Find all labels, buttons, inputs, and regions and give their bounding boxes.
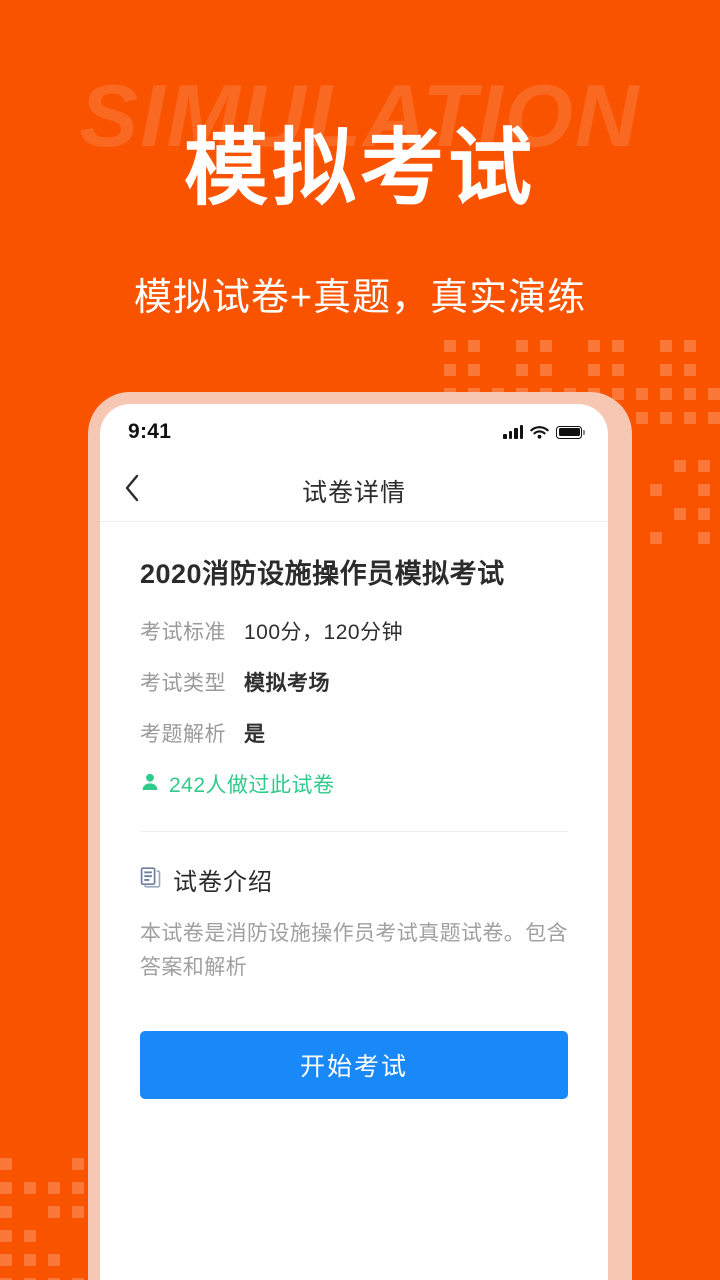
- decorative-dot: [612, 364, 624, 376]
- meta-label: 考试标准: [140, 621, 226, 645]
- meta-row: 考题解析 是: [140, 718, 568, 748]
- decorative-dot: [612, 388, 624, 400]
- cellular-signal-icon: [503, 425, 523, 439]
- promo-screenshot: SIMULATION 模拟考试 模拟试卷+真题，真实演练 9:41 试卷详情 2…: [0, 0, 720, 1280]
- decorative-dot: [698, 460, 710, 472]
- decorative-dot: [650, 484, 662, 496]
- decorative-dot: [48, 1206, 60, 1218]
- decorative-dot: [684, 412, 696, 424]
- decorative-dot: [0, 1254, 12, 1266]
- decorative-dot: [674, 460, 686, 472]
- decorative-dot: [48, 1254, 60, 1266]
- decorative-dot: [612, 340, 624, 352]
- decorative-dot: [516, 364, 528, 376]
- decorative-dot: [72, 1182, 84, 1194]
- page-title: 模拟考试: [183, 121, 536, 215]
- wifi-icon: [530, 425, 549, 439]
- decorative-dot: [708, 412, 720, 424]
- meta-label: 考题解析: [140, 723, 226, 747]
- decorative-dot-grid-bottom-left: [0, 1158, 90, 1280]
- chevron-left-icon: [124, 474, 140, 507]
- decorative-dot: [588, 364, 600, 376]
- decorative-dot: [698, 484, 710, 496]
- decorative-dot: [540, 340, 552, 352]
- battery-full-icon: [556, 425, 585, 439]
- decorative-dot: [650, 532, 662, 544]
- decorative-dot: [468, 340, 480, 352]
- decorative-dot: [588, 340, 600, 352]
- attempt-count-text: 242人做过此试卷: [169, 774, 335, 798]
- decorative-dot: [516, 340, 528, 352]
- intro-body-text: 本试卷是消防设施操作员考试真题试卷。包含答案和解析: [140, 922, 568, 980]
- decorative-dot: [444, 364, 456, 376]
- paper-title: 2020消防设施操作员模拟考试: [140, 559, 505, 589]
- decorative-dot: [0, 1230, 12, 1242]
- decorative-dot: [444, 340, 456, 352]
- decorative-dot: [698, 532, 710, 544]
- decorative-dot: [24, 1182, 36, 1194]
- page-subtitle: 模拟试卷+真题，真实演练: [133, 277, 587, 319]
- decorative-dot-grid-right: [650, 460, 720, 570]
- decorative-dot: [684, 364, 696, 376]
- back-button[interactable]: [124, 460, 170, 521]
- decorative-dot: [0, 1206, 12, 1218]
- intro-heading-row: 试卷介绍: [140, 862, 568, 897]
- decorative-dot: [674, 508, 686, 520]
- attempt-count-row: 242人做过此试卷: [140, 769, 568, 799]
- decorative-dot: [48, 1182, 60, 1194]
- meta-row: 考试标准 100分，120分钟: [140, 616, 568, 646]
- decorative-dot: [468, 364, 480, 376]
- decorative-dot: [24, 1254, 36, 1266]
- document-lines-icon: [140, 866, 162, 893]
- nav-bar-title: 试卷详情: [301, 478, 406, 507]
- decorative-dot: [0, 1158, 12, 1170]
- decorative-dot: [698, 508, 710, 520]
- intro-heading-text: 试卷介绍: [173, 869, 273, 897]
- meta-value: 是: [244, 723, 266, 747]
- decorative-dot: [684, 340, 696, 352]
- decorative-dot: [660, 412, 672, 424]
- meta-value: 100分，120分钟: [244, 621, 404, 645]
- decorative-dot: [540, 364, 552, 376]
- decorative-dot: [684, 388, 696, 400]
- status-bar-time: 9:41: [128, 420, 172, 443]
- detail-content: 2020消防设施操作员模拟考试 考试标准 100分，120分钟 考试类型 模拟考…: [100, 522, 608, 1099]
- section-divider: [140, 831, 568, 833]
- meta-label: 考试类型: [140, 672, 226, 696]
- decorative-dot: [708, 388, 720, 400]
- person-icon: [140, 772, 160, 797]
- meta-list: 考试标准 100分，120分钟 考试类型 模拟考场 考题解析 是: [140, 616, 568, 748]
- decorative-dot: [24, 1230, 36, 1242]
- start-exam-button[interactable]: 开始考试: [140, 1030, 568, 1099]
- meta-row: 考试类型 模拟考场: [140, 667, 568, 697]
- meta-value: 模拟考场: [244, 672, 330, 696]
- decorative-dot: [660, 364, 672, 376]
- decorative-dot: [0, 1182, 12, 1194]
- decorative-dot: [660, 388, 672, 400]
- status-bar-icons: [503, 425, 585, 439]
- decorative-dot: [636, 412, 648, 424]
- status-bar: 9:41: [100, 404, 608, 460]
- decorative-dot: [72, 1158, 84, 1170]
- phone-screen: 9:41 试卷详情 2020消防设施操作员模拟考试 考试标准 100分，120分…: [100, 404, 608, 1280]
- nav-bar: 试卷详情: [100, 460, 608, 522]
- decorative-dot: [660, 340, 672, 352]
- decorative-dot: [72, 1206, 84, 1218]
- decorative-dot: [636, 388, 648, 400]
